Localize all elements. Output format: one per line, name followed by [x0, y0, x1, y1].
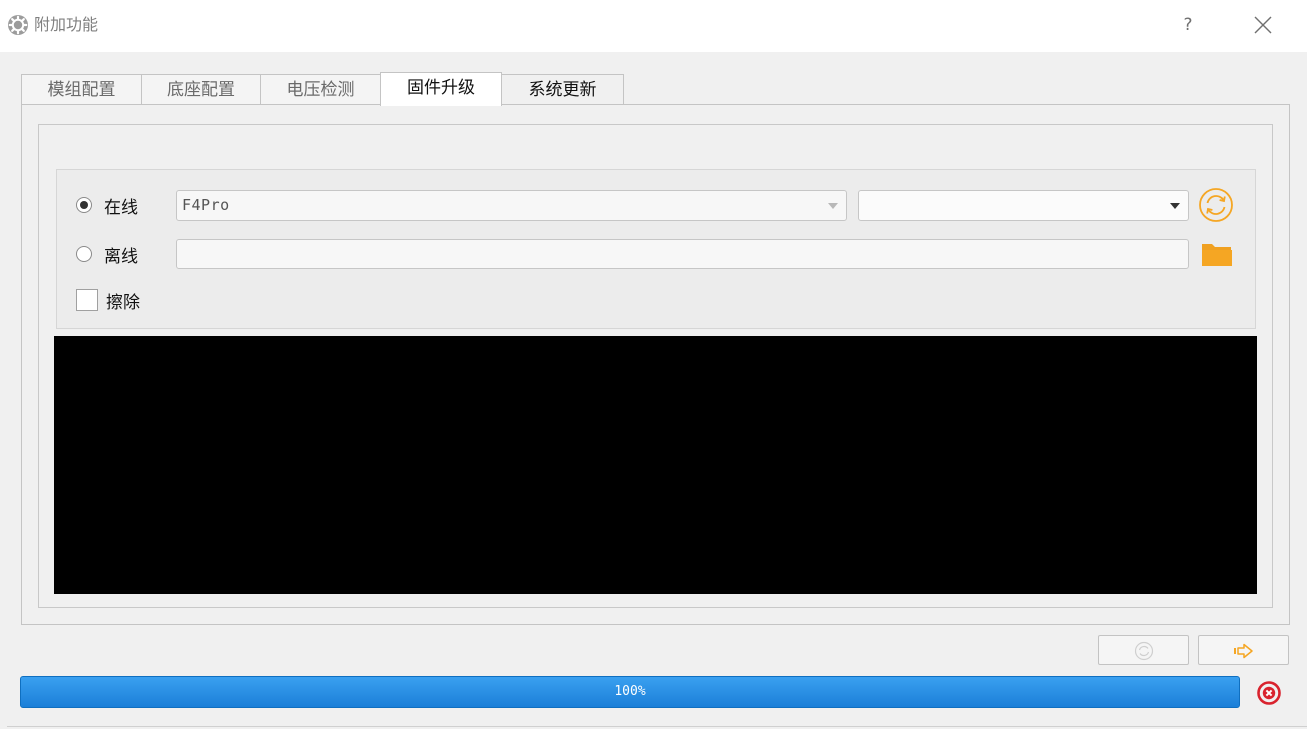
model-select[interactable]: F4Pro	[176, 190, 847, 221]
title-bar: 附加功能 ?	[0, 0, 1307, 52]
refresh-icon	[1134, 641, 1154, 661]
tab-firmware-upgrade[interactable]: 固件升级	[380, 72, 502, 106]
online-label: 在线	[104, 197, 138, 218]
version-select[interactable]	[858, 190, 1189, 221]
chevron-down-icon	[1170, 203, 1180, 209]
erase-option[interactable]: 擦除	[76, 285, 140, 315]
tab-voltage-detection[interactable]: 电压检测	[260, 74, 381, 106]
tab-base-config[interactable]: 底座配置	[141, 74, 261, 106]
erase-checkbox[interactable]	[76, 289, 98, 311]
tab-label: 底座配置	[167, 80, 235, 100]
model-select-value: F4Pro	[182, 196, 230, 214]
online-radio[interactable]	[76, 197, 92, 213]
tab-label: 电压检测	[286, 80, 355, 100]
firmware-upgrade-panel: 在线 F4Pro 离线 擦除	[21, 104, 1290, 625]
upgrade-progress-bar: 100%	[20, 676, 1240, 708]
progress-text: 100%	[614, 684, 646, 699]
refresh-icon[interactable]	[1198, 187, 1234, 223]
help-button[interactable]: ?	[1176, 12, 1200, 38]
reset-button[interactable]	[1098, 635, 1189, 665]
start-upgrade-button[interactable]	[1198, 635, 1289, 665]
log-console	[54, 336, 1257, 594]
firmware-path-input[interactable]	[176, 239, 1189, 269]
cancel-icon[interactable]	[1256, 680, 1282, 706]
erase-label: 擦除	[106, 292, 140, 313]
online-option[interactable]: 在线	[76, 190, 138, 220]
offline-radio[interactable]	[76, 246, 92, 262]
inner-frame: 在线 F4Pro 离线 擦除	[38, 124, 1273, 608]
tab-label: 固件升级	[407, 78, 475, 98]
chevron-down-icon	[828, 203, 838, 209]
folder-icon[interactable]	[1200, 240, 1234, 268]
window-title: 附加功能	[34, 15, 99, 34]
arrow-right-icon	[1234, 643, 1253, 659]
close-icon[interactable]	[1252, 14, 1274, 36]
tab-module-config[interactable]: 模组配置	[21, 74, 142, 106]
window-bottom-border	[7, 726, 1307, 727]
firmware-source-group: 在线 F4Pro 离线 擦除	[56, 169, 1256, 329]
tab-system-update[interactable]: 系统更新	[501, 74, 624, 106]
gear-icon	[8, 15, 28, 35]
tab-label: 模组配置	[47, 80, 116, 100]
offline-option[interactable]: 离线	[76, 239, 138, 269]
offline-label: 离线	[104, 246, 138, 267]
tab-label: 系统更新	[528, 80, 597, 100]
